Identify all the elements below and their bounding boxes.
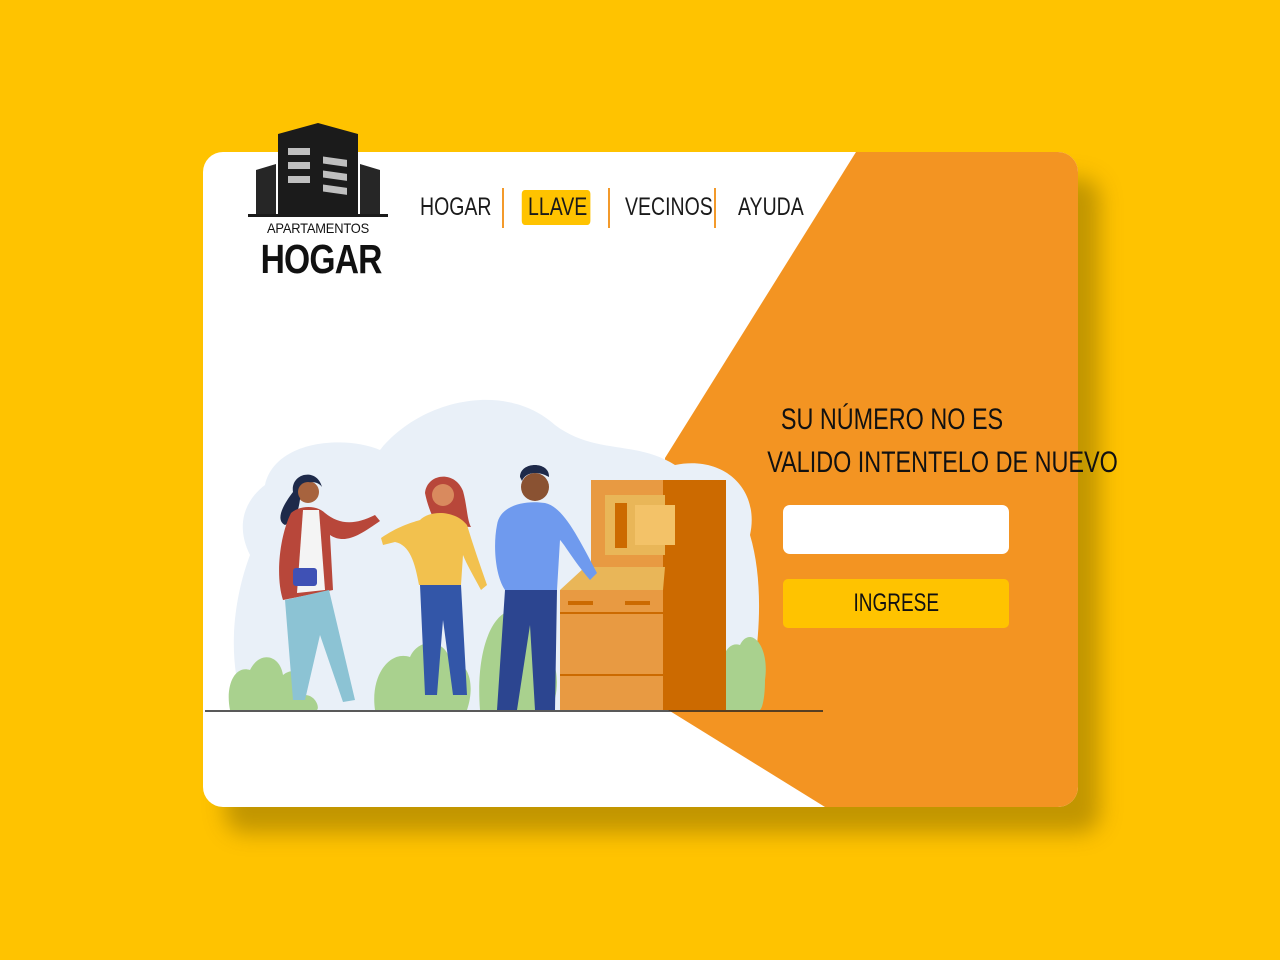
nav-divider	[608, 188, 610, 228]
error-message-line1: SU NÚMERO NO ES	[780, 403, 1004, 436]
nav-item-llave-label: LLAVE	[528, 193, 588, 221]
nav-item-hogar[interactable]: HOGAR	[420, 186, 492, 228]
building-icon	[248, 123, 388, 217]
number-input[interactable]	[783, 505, 1009, 554]
logo-subtitle: APARTAMENTOS	[266, 220, 370, 236]
brand-logo[interactable]: APARTAMENTOS HOGAR	[248, 120, 388, 282]
nav-item-llave[interactable]: LLAVE	[521, 186, 591, 228]
submit-button-label: INGRESE	[853, 589, 939, 617]
error-message: SU NÚMERO NO ES VALIDO INTENTELO DE NUEV…	[732, 398, 1118, 484]
submit-button[interactable]: INGRESE	[783, 579, 1009, 628]
nav-divider	[714, 188, 716, 228]
logo-title: HOGAR	[260, 236, 383, 282]
error-message-line2: VALIDO INTENTELO DE NUEVO	[767, 446, 1118, 479]
nav-divider	[502, 188, 504, 228]
nav-item-ayuda[interactable]: AYUDA	[738, 186, 804, 228]
nav-item-vecinos[interactable]: VECINOS	[625, 186, 713, 228]
